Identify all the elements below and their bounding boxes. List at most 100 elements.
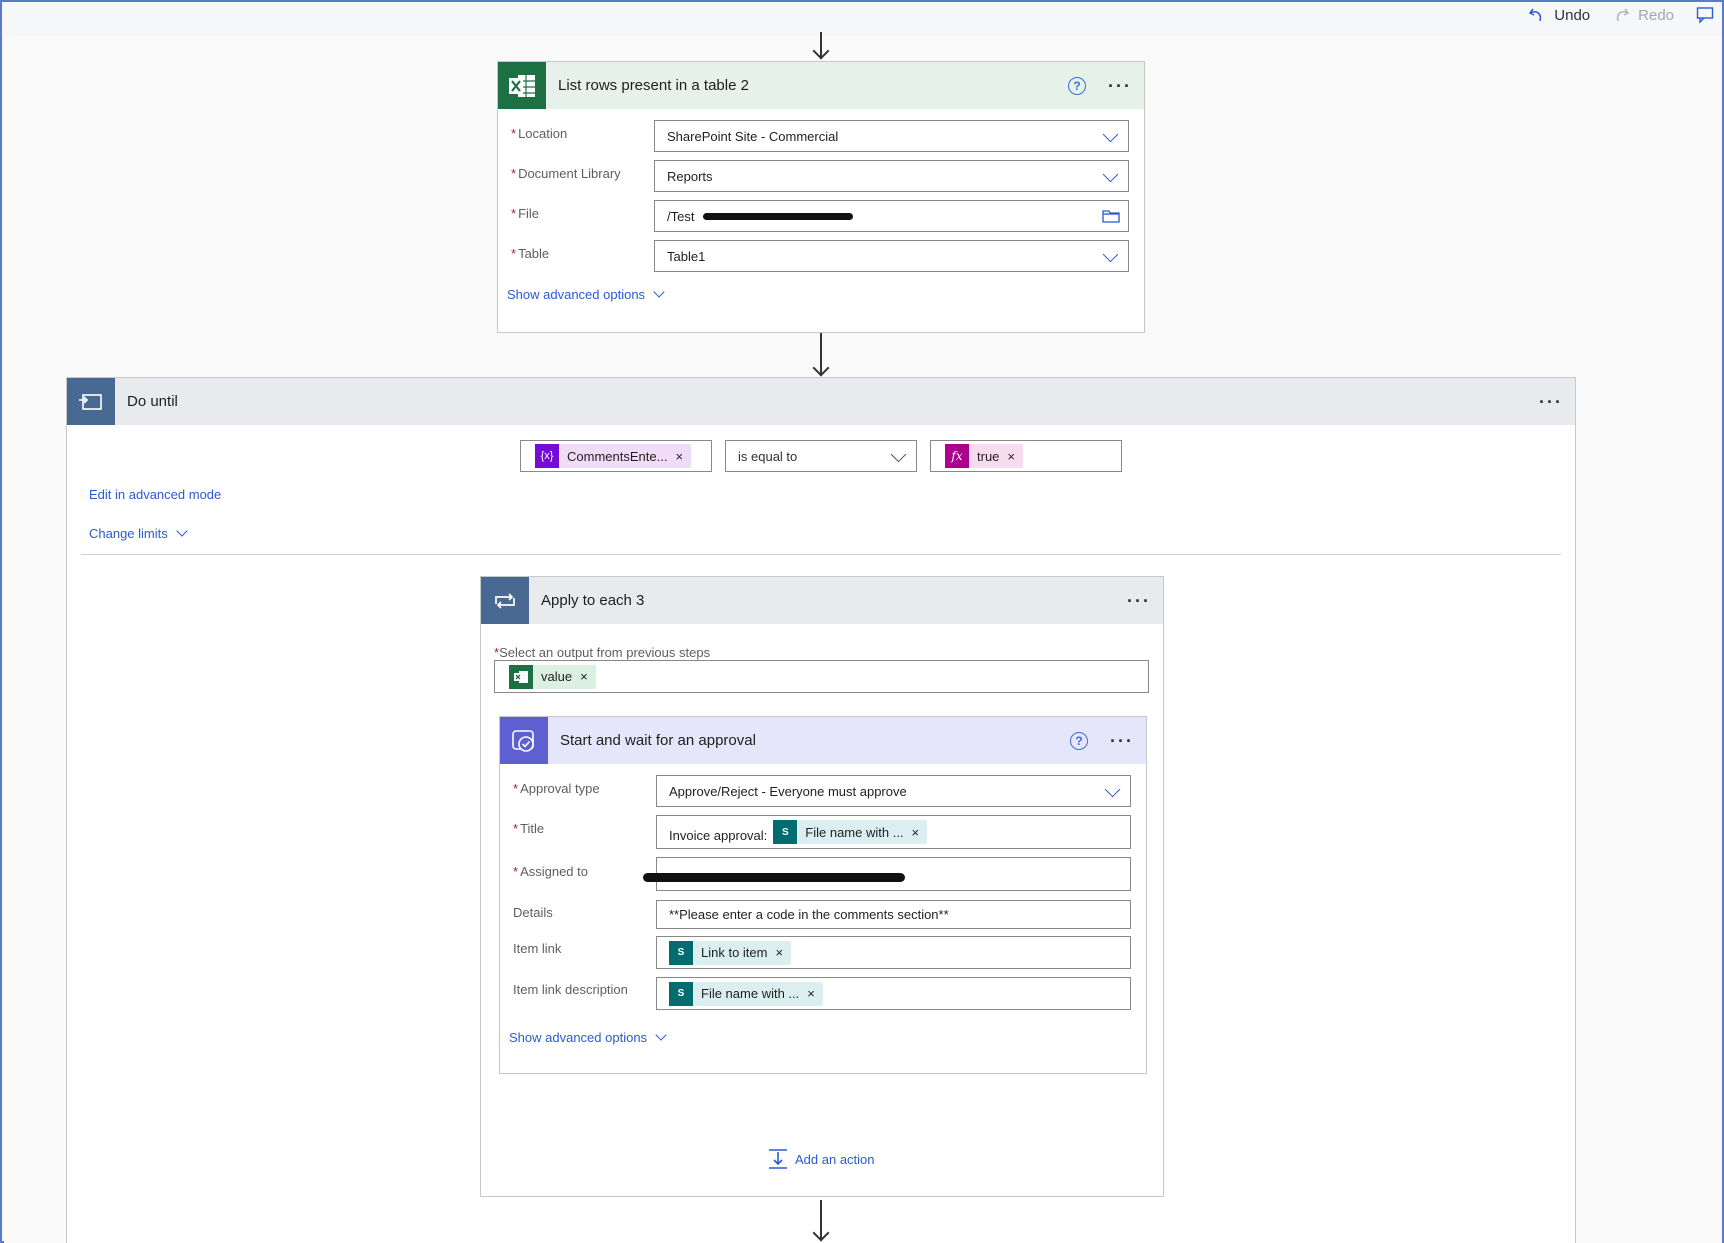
chevron-down-icon [1102, 126, 1119, 143]
location-label: Location [518, 126, 568, 141]
location-row: * Location SharePoint Site - Commercial [498, 120, 1144, 152]
edit-in-advanced-mode-link[interactable]: Edit in advanced mode [89, 486, 221, 504]
table-dropdown[interactable]: Table1 [654, 240, 1129, 272]
folder-icon[interactable] [1102, 209, 1120, 223]
list-rows-header[interactable]: List rows present in a table 2 ? ··· [498, 62, 1144, 109]
chevron-down-icon [653, 286, 665, 298]
chevron-down-icon [176, 525, 188, 537]
approval-header[interactable]: Start and wait for an approval ? ··· [500, 717, 1146, 764]
redo-button[interactable]: Redo [1612, 6, 1674, 24]
designer-frame: Undo Redo List rows present in a table 2… [0, 0, 1724, 1243]
variable-token[interactable]: {x} CommentsEnte... × [535, 444, 692, 468]
assigned-to-row: * Assigned to [500, 857, 1146, 891]
do-until-title: Do until [127, 393, 178, 410]
file-label: File [518, 206, 540, 221]
document-library-dropdown[interactable]: Reports [654, 160, 1129, 192]
title-input[interactable]: Invoice approval: S File name with ... × [656, 815, 1131, 849]
add-action-button[interactable]: Add an action [767, 1148, 875, 1170]
help-icon[interactable]: ? [1068, 76, 1087, 95]
title-row: * Title Invoice approval: S File name wit… [500, 815, 1146, 849]
value-token[interactable]: value × [509, 664, 596, 689]
show-advanced-options[interactable]: Show advanced options [509, 1029, 667, 1047]
chevron-down-icon [1102, 246, 1119, 263]
details-label: Details [513, 905, 553, 920]
remove-token-icon[interactable]: × [775, 945, 791, 960]
chevron-down-icon [1104, 781, 1121, 798]
select-output-field[interactable]: value × [494, 660, 1149, 693]
excel-icon [509, 664, 533, 689]
item-link-label: Item link [513, 941, 562, 956]
repeat-icon [481, 577, 529, 624]
file-input[interactable]: /Test [654, 200, 1129, 232]
redaction-scribble [643, 873, 905, 882]
location-dropdown[interactable]: SharePoint Site - Commercial [654, 120, 1129, 152]
expression-token[interactable]: fx true × [945, 444, 1023, 468]
assigned-to-label: Assigned to [520, 864, 588, 879]
more-options-icon[interactable]: ··· [1108, 77, 1132, 95]
variable-icon: {x} [535, 444, 559, 468]
remove-token-icon[interactable]: × [912, 825, 928, 840]
more-options-icon[interactable]: ··· [1539, 393, 1563, 411]
help-icon[interactable]: ? [1070, 731, 1089, 750]
chevron-down-icon [890, 446, 907, 463]
approval-title: Start and wait for an approval [560, 732, 756, 749]
approval-type-dropdown[interactable]: Approve/Reject - Everyone must approve [656, 775, 1131, 807]
document-library-label: Document Library [518, 166, 621, 181]
undo-button[interactable]: Undo [1528, 6, 1590, 24]
redo-icon [1617, 8, 1630, 22]
remove-token-icon[interactable]: × [675, 449, 691, 464]
sharepoint-icon: S [669, 940, 693, 965]
remove-token-icon[interactable]: × [807, 986, 823, 1001]
item-link-description-row: Item link description S File name with .… [500, 977, 1146, 1010]
condition-right-field[interactable]: fx true × [930, 440, 1122, 472]
select-output-label: Select an output from previous steps [499, 645, 711, 660]
change-limits-link[interactable]: Change limits [89, 525, 188, 543]
undo-icon [1529, 8, 1542, 22]
approval-card: Start and wait for an approval ? ··· * Ap… [499, 716, 1147, 1074]
more-options-icon[interactable]: ··· [1127, 592, 1151, 610]
more-options-icon[interactable]: ··· [1110, 732, 1134, 750]
show-advanced-options[interactable]: Show advanced options [507, 286, 665, 304]
list-rows-card: List rows present in a table 2 ? ··· * Lo… [497, 61, 1145, 333]
sharepoint-icon: S [669, 981, 693, 1006]
remove-token-icon[interactable]: × [1007, 449, 1023, 464]
item-link-row: Item link S Link to item × [500, 936, 1146, 969]
link-to-item-token[interactable]: S Link to item × [669, 940, 792, 965]
table-label: Table [518, 246, 550, 261]
sharepoint-icon: S [773, 820, 798, 844]
connector-arrow [809, 1200, 833, 1242]
apply-to-each-title: Apply to each 3 [541, 592, 645, 609]
details-input[interactable]: **Please enter a code in the comments se… [656, 900, 1131, 929]
condition-operator-dropdown[interactable]: is equal to [725, 440, 917, 472]
title-label: Title [520, 821, 545, 836]
comments-icon[interactable] [1696, 6, 1714, 24]
list-rows-title: List rows present in a table 2 [558, 77, 749, 94]
loop-icon [67, 378, 115, 425]
command-bar: Undo Redo [1528, 4, 1714, 26]
divider [81, 554, 1561, 555]
do-until-container: Do until ··· {x} CommentsEnte... × is eq… [66, 377, 1576, 1243]
condition-left-field[interactable]: {x} CommentsEnte... × [520, 440, 712, 472]
remove-token-icon[interactable]: × [580, 669, 596, 684]
table-row: * Table Table1 [498, 240, 1144, 272]
file-name-token[interactable]: S File name with ... × [773, 820, 928, 844]
add-action-icon [769, 1149, 787, 1169]
approval-type-row: * Approval type Approve/Reject - Everyone… [500, 775, 1146, 807]
chevron-down-icon [655, 1029, 667, 1041]
expression-icon: fx [945, 444, 969, 468]
approval-type-label: Approval type [520, 781, 600, 796]
document-library-row: * Document Library Reports [498, 160, 1144, 192]
redo-label: Redo [1638, 6, 1674, 24]
apply-to-each-container: Apply to each 3 ··· *Select an output fr… [480, 576, 1164, 1197]
item-link-input[interactable]: S Link to item × [656, 936, 1131, 969]
file-name-token[interactable]: S File name with ... × [669, 981, 823, 1006]
excel-icon [498, 62, 546, 109]
chevron-down-icon [1102, 166, 1119, 183]
item-link-description-label: Item link description [513, 982, 628, 997]
details-row: Details **Please enter a code in the com… [500, 900, 1146, 929]
do-until-header[interactable]: Do until ··· [67, 378, 1575, 425]
redaction-scribble [703, 213, 853, 220]
apply-to-each-header[interactable]: Apply to each 3 ··· [481, 577, 1163, 624]
approval-icon [500, 717, 548, 764]
item-link-description-input[interactable]: S File name with ... × [656, 977, 1131, 1010]
